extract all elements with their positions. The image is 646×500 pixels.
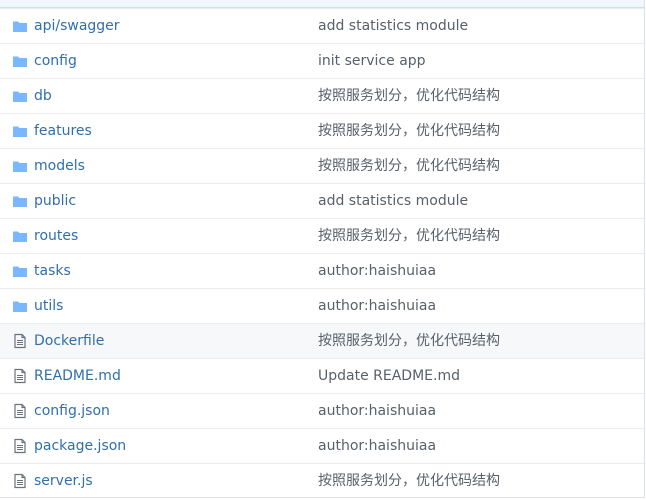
file-name-link[interactable]: config xyxy=(34,44,77,78)
table-row[interactable]: utils author:haishuiaa xyxy=(0,288,644,323)
table-row[interactable]: tasks author:haishuiaa xyxy=(0,253,644,288)
commit-message-link[interactable]: init service app xyxy=(318,44,426,78)
commit-message-link[interactable]: 按照服务划分，优化代码结构 xyxy=(318,79,500,113)
commit-message-link[interactable]: author:haishuiaa xyxy=(318,429,436,463)
table-row[interactable]: models 按照服务划分，优化代码结构 xyxy=(0,148,644,183)
folder-icon xyxy=(13,301,27,312)
file-name-link[interactable]: api/swagger xyxy=(34,9,120,43)
file-name-link[interactable]: db xyxy=(34,79,52,113)
file-name-link[interactable]: models xyxy=(34,149,85,183)
folder-icon xyxy=(13,126,27,137)
file-icon xyxy=(14,333,26,349)
file-icon xyxy=(14,403,26,419)
table-row[interactable]: public add statistics module xyxy=(0,183,644,218)
commit-message-link[interactable]: 按照服务划分，优化代码结构 xyxy=(318,464,500,498)
table-row[interactable]: api/swagger add statistics module xyxy=(0,8,644,43)
commit-message-link[interactable]: 按照服务划分，优化代码结构 xyxy=(318,114,500,148)
file-name-link[interactable]: server.js xyxy=(34,464,93,498)
file-name-link[interactable]: package.json xyxy=(34,429,126,463)
folder-icon xyxy=(13,21,27,32)
table-row[interactable]: features 按照服务划分，优化代码结构 xyxy=(0,113,644,148)
file-name-link[interactable]: features xyxy=(34,114,92,148)
folder-icon xyxy=(13,56,27,67)
file-icon xyxy=(14,438,26,454)
table-row[interactable]: config init service app xyxy=(0,43,644,78)
commit-message-link[interactable]: author:haishuiaa xyxy=(318,394,436,428)
folder-icon xyxy=(13,91,27,102)
file-name-link[interactable]: routes xyxy=(34,219,78,253)
folder-icon xyxy=(13,231,27,242)
table-row[interactable]: Dockerfile 按照服务划分，优化代码结构 xyxy=(0,323,644,358)
file-name-link[interactable]: tasks xyxy=(34,254,71,288)
folder-icon xyxy=(13,266,27,277)
file-icon xyxy=(14,473,26,489)
commit-message-link[interactable]: add statistics module xyxy=(318,184,468,218)
table-row[interactable]: README.md Update README.md xyxy=(0,358,644,393)
commit-message-link[interactable]: author:haishuiaa xyxy=(318,289,436,323)
commit-message-link[interactable]: 按照服务划分，优化代码结构 xyxy=(318,324,500,358)
file-name-link[interactable]: config.json xyxy=(34,394,110,428)
commit-message-link[interactable]: author:haishuiaa xyxy=(318,254,436,288)
commit-message-link[interactable]: add statistics module xyxy=(318,9,468,43)
file-name-link[interactable]: utils xyxy=(34,289,63,323)
file-name-link[interactable]: README.md xyxy=(34,359,121,393)
file-list-table: api/swagger add statistics module config… xyxy=(0,0,645,498)
table-row[interactable]: server.js 按照服务划分，优化代码结构 xyxy=(0,463,644,498)
commit-message-link[interactable]: 按照服务划分，优化代码结构 xyxy=(318,149,500,183)
commit-message-link[interactable]: Update README.md xyxy=(318,359,460,393)
table-row[interactable]: routes 按照服务划分，优化代码结构 xyxy=(0,218,644,253)
folder-icon xyxy=(13,196,27,207)
file-name-link[interactable]: public xyxy=(34,184,76,218)
table-row[interactable]: config.json author:haishuiaa xyxy=(0,393,644,428)
commit-message-link[interactable]: 按照服务划分，优化代码结构 xyxy=(318,219,500,253)
table-row[interactable]: db 按照服务划分，优化代码结构 xyxy=(0,78,644,113)
table-row[interactable]: package.json author:haishuiaa xyxy=(0,428,644,463)
table-header-strip xyxy=(0,0,644,8)
file-icon xyxy=(14,368,26,384)
file-name-link[interactable]: Dockerfile xyxy=(34,324,104,358)
folder-icon xyxy=(13,161,27,172)
